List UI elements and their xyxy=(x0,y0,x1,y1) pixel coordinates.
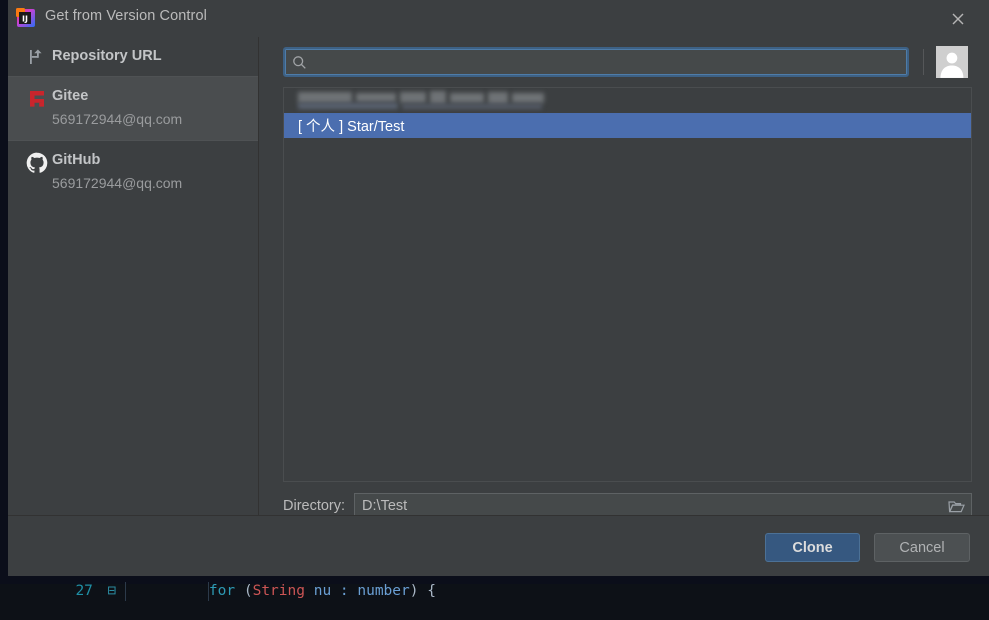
sidebar-item-repository-url[interactable]: Repository URL xyxy=(8,37,258,76)
repository-url-icon xyxy=(22,47,52,66)
editor-type-name: String xyxy=(252,583,305,599)
clone-button[interactable]: Clone xyxy=(765,533,860,562)
list-item[interactable] xyxy=(284,88,971,113)
cancel-button[interactable]: Cancel xyxy=(874,533,970,562)
sidebar-item-account: 569172944@qq.com xyxy=(52,175,183,191)
user-avatar-icon[interactable] xyxy=(936,46,969,78)
provider-sidebar: Repository URL Gitee 569172944@qq.com Gi… xyxy=(8,37,259,515)
repository-list[interactable]: [ 个人 ] Star/Test xyxy=(283,87,972,482)
search-row xyxy=(283,45,969,79)
toolbar-separator xyxy=(923,49,925,75)
search-box[interactable] xyxy=(283,47,910,77)
editor-tail: ) { xyxy=(409,583,436,599)
sidebar-item-account: 569172944@qq.com xyxy=(52,111,183,127)
sidebar-item-gitee[interactable]: Gitee 569172944@qq.com xyxy=(8,76,258,141)
list-item[interactable]: [ 个人 ] Star/Test xyxy=(284,113,971,138)
search-icon xyxy=(292,55,307,70)
editor-open-paren: ( xyxy=(235,583,253,599)
svg-text:IJ: IJ xyxy=(22,15,28,24)
dialog-footer: Clone Cancel xyxy=(8,515,989,576)
directory-label: Directory: xyxy=(283,498,346,514)
intellij-idea-icon: IJ xyxy=(14,6,38,30)
editor-fold-marker[interactable]: ⊟ xyxy=(99,582,125,601)
sidebar-item-label: Repository URL xyxy=(52,48,162,64)
editor-keyword: for xyxy=(208,583,236,599)
editor-variable: nu : number xyxy=(304,583,410,599)
close-icon[interactable] xyxy=(945,6,971,32)
get-from-version-control-dialog: IJ Get from Version Control Repository U… xyxy=(8,0,989,576)
github-icon xyxy=(22,151,52,174)
editor-indent-guides xyxy=(124,582,209,601)
dialog-title: Get from Version Control xyxy=(45,8,207,24)
sidebar-item-label: GitHub xyxy=(52,152,101,168)
gitee-icon xyxy=(22,87,52,110)
clone-panel: [ 个人 ] Star/Test Directory: xyxy=(260,37,989,519)
sidebar-item-github[interactable]: GitHub 569172944@qq.com xyxy=(8,141,258,204)
sidebar-item-label: Gitee xyxy=(52,88,89,104)
editor-line-number: 27 xyxy=(75,583,93,599)
dialog-titlebar: IJ Get from Version Control xyxy=(8,0,989,37)
search-input[interactable] xyxy=(313,50,908,74)
